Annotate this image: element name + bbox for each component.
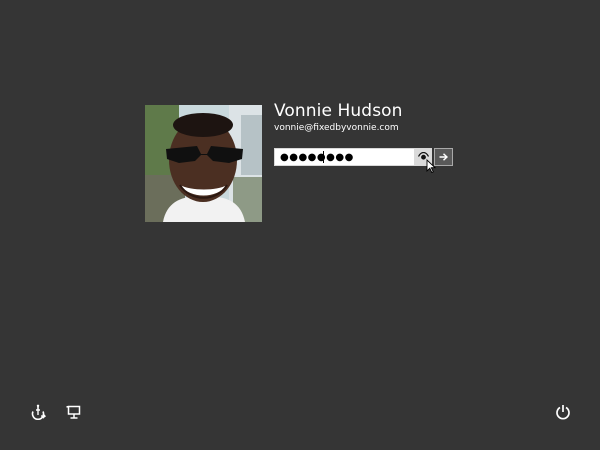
- submit-button[interactable]: [434, 148, 453, 166]
- user-avatar: [145, 105, 262, 222]
- user-name: Vonnie Hudson: [274, 101, 403, 121]
- mouse-cursor-icon: [426, 159, 436, 173]
- power-icon[interactable]: [555, 404, 571, 420]
- ease-of-access-icon[interactable]: [30, 404, 46, 420]
- text-caret: [323, 151, 324, 163]
- password-masked-value: ●●●●●●●●: [280, 152, 354, 163]
- password-input[interactable]: ●●●●●●●●: [274, 148, 432, 166]
- user-email: vonnie@fixedbyvonnie.com: [274, 123, 399, 133]
- arrow-right-icon: [439, 153, 448, 161]
- display-icon[interactable]: [66, 404, 82, 420]
